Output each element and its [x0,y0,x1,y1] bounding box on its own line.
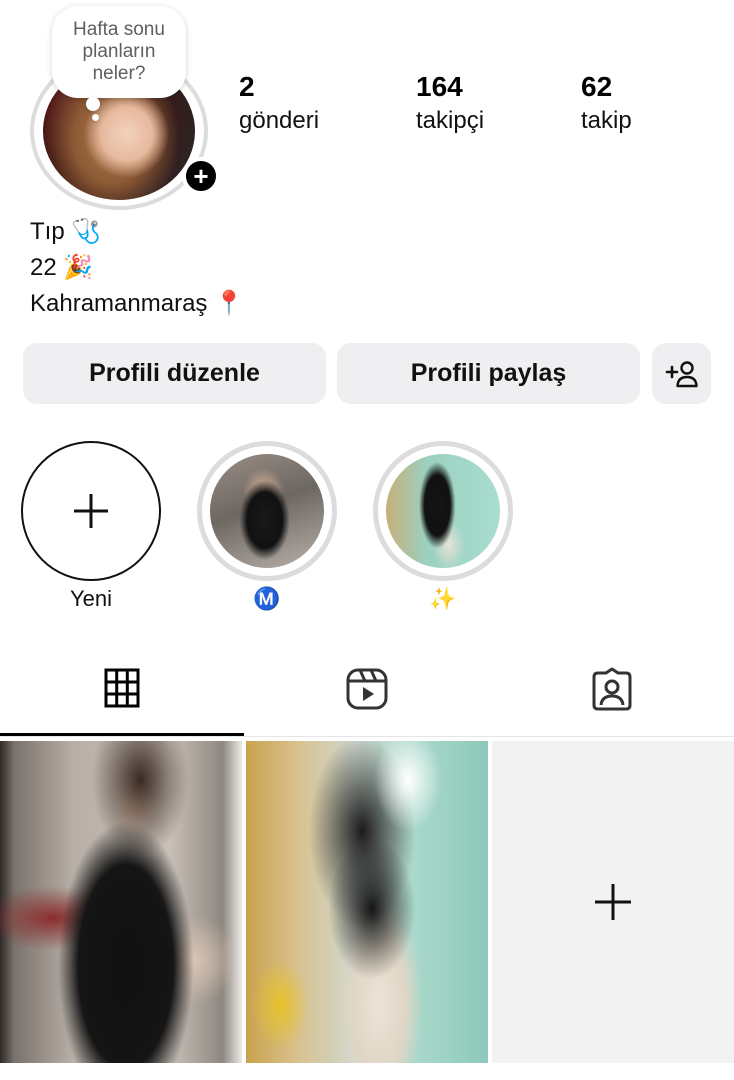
note-line-1: Hafta sonu [73,19,165,40]
grid-icon [104,668,140,708]
discover-people-button[interactable] [652,343,711,404]
new-highlight-button[interactable] [21,441,161,581]
following-count[interactable]: 62 takip [581,70,632,138]
highlight-label-new: Yeni [69,586,112,611]
add-story-plus-icon[interactable]: + [182,157,220,195]
note-bubble-tail [86,97,100,111]
highlight-label-2: ✨ [429,586,457,611]
note-bubble[interactable]: Hafta sonu planların neler? [52,6,186,98]
share-profile-button[interactable]: Profili paylaş [337,343,640,404]
following-count-label: takip [581,107,632,134]
profile-bio: Tıp 🩺 22 🎉 Kahramanmaraş 📍 [30,214,244,322]
plus-icon [74,494,108,528]
bio-line-1: Tıp 🩺 [30,218,102,245]
highlight-item-2[interactable] [373,441,513,581]
post-photo-2 [246,741,488,1063]
posts-count-value: 2 [239,71,255,102]
followers-count-label: takipçi [416,107,485,134]
highlight-label-1: Ⓜ️ [253,586,281,611]
tab-posts-grid[interactable] [0,664,244,736]
note-line-2: planların [82,41,156,62]
post-photo-1 [0,741,242,1063]
edit-profile-button[interactable]: Profili düzenle [23,343,326,404]
tab-divider [0,736,734,737]
add-post-cell[interactable] [492,741,734,1063]
plus-icon [595,884,631,920]
following-count-value: 62 [581,71,613,102]
posts-count[interactable]: 2 gönderi [239,70,319,138]
post-thumbnail-1[interactable] [0,741,242,1063]
post-thumbnail-2[interactable] [246,741,488,1063]
highlight-ring [373,441,513,581]
highlight-ring [197,441,337,581]
new-highlight-circle [21,441,161,581]
highlight-cover-1 [210,454,324,568]
posts-count-label: gönderi [239,107,320,134]
reels-icon [346,668,388,710]
highlight-cover-2 [386,454,500,568]
highlight-item-1[interactable] [197,441,337,581]
bio-line-2: 22 🎉 [30,254,94,281]
tab-tagged[interactable] [490,664,734,736]
add-person-icon [665,360,698,387]
followers-count-value: 164 [416,71,463,102]
tab-reels[interactable] [245,664,489,736]
bio-line-3: Kahramanmaraş 📍 [30,290,244,317]
followers-count[interactable]: 164 takipçi [416,70,484,138]
note-bubble-tail-small [92,114,99,121]
note-line-3: neler? [92,63,146,84]
tagged-icon [592,667,632,711]
